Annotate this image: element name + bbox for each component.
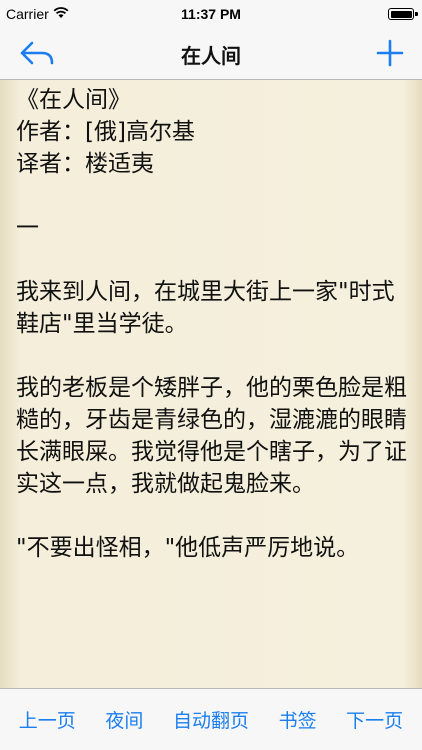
- paragraph: 我的老板是个矮胖子，他的栗色脸是粗糙的，牙齿是青绿色的，湿漉漉的眼睛长满眼屎。我…: [16, 375, 407, 497]
- chapter-number: 一: [16, 215, 39, 241]
- paragraph: 我来到人间，在城里大街上一家"时式鞋店"里当学徒。: [16, 279, 395, 337]
- night-mode-button[interactable]: 夜间: [105, 706, 143, 733]
- book-line: 作者：[俄]高尔基: [16, 119, 195, 145]
- status-bar: Carrier 11:37 PM: [0, 0, 422, 28]
- bookmark-button[interactable]: 书签: [279, 706, 317, 733]
- prev-page-button[interactable]: 上一页: [19, 706, 76, 733]
- book-content[interactable]: 《在人间》 作者：[俄]高尔基 译者：楼适夷 一 我来到人间，在城里大街上一家"…: [0, 80, 422, 688]
- page-title: 在人间: [181, 44, 241, 68]
- nav-bar: 在人间: [0, 28, 422, 80]
- battery-icon: [388, 8, 418, 20]
- next-page-button[interactable]: 下一页: [346, 706, 403, 733]
- status-time: 11:37 PM: [181, 6, 241, 22]
- plus-icon: [376, 39, 404, 67]
- bottom-toolbar: 上一页 夜间 自动翻页 书签 下一页: [0, 688, 422, 750]
- add-button[interactable]: [374, 37, 406, 69]
- book-line: 译者：楼适夷: [16, 151, 154, 177]
- paragraph: "不要出怪相，"他低声严厉地说。: [16, 535, 360, 561]
- book-line: 《在人间》: [16, 87, 131, 113]
- auto-turn-button[interactable]: 自动翻页: [173, 706, 249, 733]
